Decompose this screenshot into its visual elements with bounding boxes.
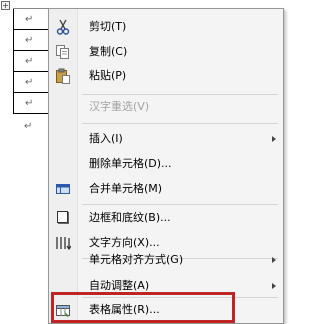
paragraph-mark: ↵ [25,76,34,88]
table-move-handle[interactable]: + [1,1,10,10]
menu-item-insert[interactable]: 插入(I) [49,128,285,150]
menu-item-paste[interactable]: 粘贴(P) [49,65,285,87]
menu-item-label: 汉字重选(V) [89,100,150,113]
merge-cells-icon [55,181,71,197]
menu-item-borders-shading[interactable]: 边框和底纹(B)... [49,207,285,229]
highlight-annotation [51,292,235,323]
submenu-arrow-icon [272,136,276,142]
menu-item-delete-cells[interactable]: 删除单元格(D)... [49,153,285,175]
paragraph-mark: ↵ [25,13,34,25]
menu-separator [82,204,278,205]
paragraph-mark: ↵ [24,121,33,132]
menu-item-label: 删除单元格(D)... [89,157,172,170]
menu-item-label: 粘贴(P) [89,69,127,82]
submenu-arrow-icon [272,257,276,263]
paragraph-mark: ↵ [25,34,34,46]
menu-separator [82,94,278,95]
paste-icon [55,68,71,84]
paragraph-mark: ↵ [25,97,34,109]
menu-item-hanzi-reselect: 汉字重选(V) [49,96,285,118]
scissors-icon [55,19,71,35]
submenu-arrow-icon [272,283,276,289]
menu-item-label: 边框和底纹(B)... [89,211,171,224]
paragraph-mark: ↵ [25,55,34,67]
menu-item-label: 复制(C) [89,45,128,58]
borders-icon [55,210,71,226]
menu-item-cell-alignment[interactable]: 单元格对齐方式(G) [49,249,285,271]
menu-item-label: 插入(I) [89,132,123,145]
menu-item-merge-cells[interactable]: 合并单元格(M) [49,178,285,200]
menu-item-label: 单元格对齐方式(G) [89,253,184,266]
copy-icon [55,44,71,60]
context-menu: 剪切(T) 复制(C) 粘贴(P) 汉字重选(V) 插入(I) 删除单元格(D)… [48,8,284,324]
menu-separator [82,123,278,124]
menu-item-copy[interactable]: 复制(C) [49,41,285,63]
menu-item-label: 剪切(T) [89,20,127,33]
menu-item-cut[interactable]: 剪切(T) [49,16,285,38]
menu-item-label: 合并单元格(M) [89,182,163,195]
